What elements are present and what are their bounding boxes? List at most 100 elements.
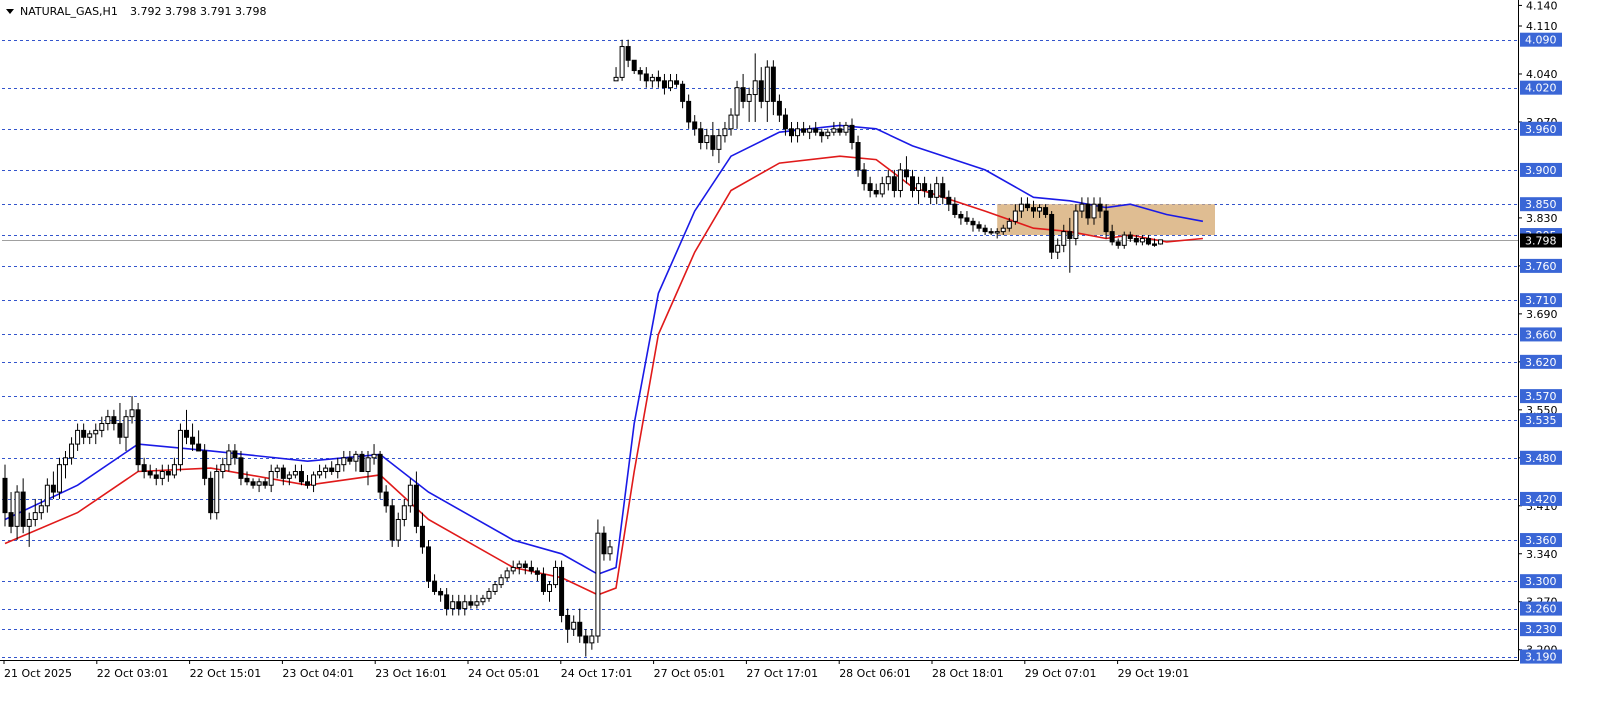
candle-body [377,453,383,493]
candle-body [891,176,897,191]
candle-body [643,73,649,82]
candle-body [922,183,928,191]
candle-body [208,477,214,514]
candle-body [728,114,734,130]
candle-body [468,601,474,606]
candle-body [940,183,946,198]
candle-body [843,124,849,133]
candle [214,464,220,520]
level-badge-label: 3.620 [1525,356,1557,369]
x-tick-label: 22 Oct 15:01 [190,667,262,680]
level-badge: 3.300 [1520,574,1562,589]
candle-body [20,491,26,527]
chart-window[interactable]: 4.1404.1104.0403.9703.8303.7603.6903.620… [0,0,1614,706]
candle-body [849,124,855,144]
candle-body [262,481,268,486]
chart-header: NATURAL_GAS,H1 3.792 3.798 3.791 3.798 [6,5,266,18]
candle-body [910,176,915,191]
candle-body [462,601,468,610]
candle [1158,239,1164,245]
candle-body [129,409,135,418]
level-badge-label: 3.850 [1525,198,1557,211]
candle-body [547,584,552,592]
candle-body [637,70,643,75]
candle-body [970,220,976,226]
candle-body [292,471,298,476]
chart-background [0,0,1614,706]
level-badge-label: 3.190 [1525,651,1557,664]
candle-body [540,573,546,592]
level-badge-label: 3.760 [1525,260,1557,273]
candle-body [99,423,105,431]
candle-body [63,457,68,466]
candle-body [123,416,129,438]
candle-body [867,183,873,191]
candle-body [190,436,196,445]
candle-body [111,416,117,425]
candle-body [365,457,371,473]
candle-body [1127,234,1133,239]
candle-body [649,76,655,82]
level-badge-label: 3.420 [1525,493,1557,506]
level-badge: 3.480 [1520,450,1562,465]
candle-body [456,601,462,610]
candle-body [268,471,274,486]
candle-body [776,100,782,116]
candle-body [244,477,250,483]
candle-body [177,429,183,466]
level-badge-label: 3.260 [1525,603,1557,616]
candle-body [1073,210,1079,239]
candle-body [710,135,716,150]
current-price-label: 3.798 [1525,235,1557,248]
candle-body [432,580,438,592]
candle-body [407,484,413,507]
candle-body [232,450,238,459]
candle-body [226,450,232,466]
candle-body [1152,243,1157,246]
candle-body [135,409,141,466]
candle-body [202,450,208,479]
candle-body [795,128,801,137]
candle-body [93,429,99,435]
level-badge: 3.420 [1520,491,1562,506]
candle-body [75,429,81,445]
level-badge: 3.760 [1520,258,1562,273]
x-tick-label: 28 Oct 18:01 [932,667,1004,680]
candle-body [395,518,401,541]
candle-body [1012,210,1018,222]
candle-body [44,484,50,507]
x-tick-label: 29 Oct 07:01 [1025,667,1097,680]
candle-body [214,471,220,514]
candle-body [559,566,565,616]
candle-body [335,464,341,473]
candle-body [625,46,631,61]
candle [177,423,183,472]
candle-body [897,169,903,191]
candle-body [359,453,365,473]
candle-body [994,231,1000,234]
candle-body [105,416,111,425]
y-tick-label: 4.140 [1526,0,1558,12]
candle-body [577,621,583,637]
candle-body [716,135,722,150]
level-badge-label: 3.535 [1525,414,1557,427]
candle-body [1085,203,1091,219]
candle-body [504,570,510,579]
candle-body [1115,241,1121,246]
candle-body [879,183,885,195]
level-badge-label: 3.960 [1525,123,1557,136]
candle-body [855,142,861,171]
candle-body [988,231,994,234]
candle [559,560,565,623]
level-badge: 3.620 [1520,354,1562,369]
level-badge: 3.960 [1520,121,1562,136]
candle-body [1006,220,1012,229]
candle [389,498,395,547]
candle-body [147,471,153,476]
candle-body [220,464,226,473]
candle-body [686,100,692,123]
candle-body [837,128,843,133]
candle-body [389,505,395,541]
price-chart[interactable]: 4.1404.1104.0403.9703.8303.7603.6903.620… [0,0,1614,706]
candle-body [619,46,625,78]
